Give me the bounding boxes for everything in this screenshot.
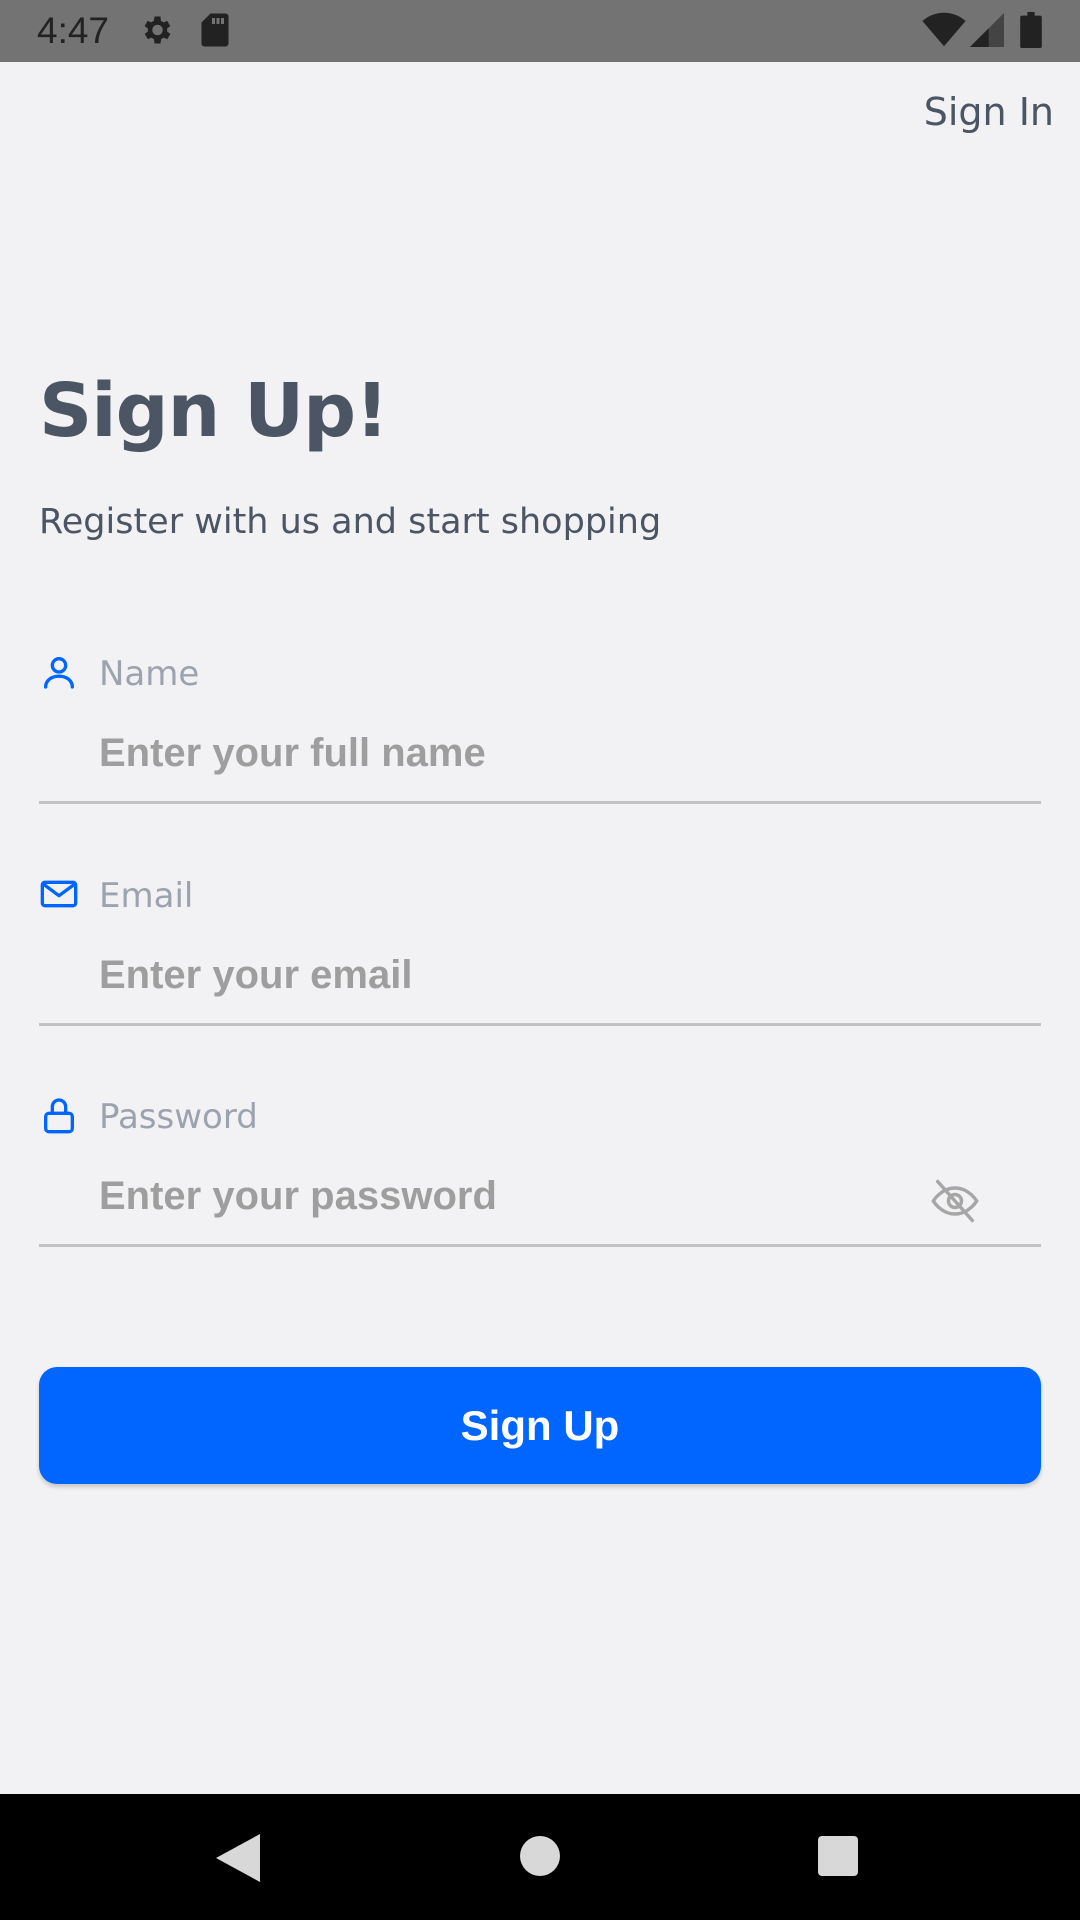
email-input[interactable]: [99, 950, 959, 1000]
status-bar: 4:47: [0, 0, 1080, 62]
lock-icon: [39, 1095, 79, 1140]
email-underline: [39, 1023, 1041, 1026]
mail-icon: [39, 874, 79, 919]
page-subtitle: Register with us and start shopping: [39, 502, 662, 542]
email-label: Email: [99, 876, 194, 916]
navigation-bar: [0, 1794, 1080, 1920]
email-field: Email: [39, 872, 1041, 1028]
password-field: Password: [39, 1093, 1041, 1249]
password-underline: [39, 1244, 1041, 1247]
settings-icon: [138, 12, 174, 53]
sign-up-screen: 4:47 Sign In Sign Up! Register with us a…: [0, 0, 1080, 1920]
password-label: Password: [99, 1097, 258, 1137]
person-icon: [39, 652, 79, 697]
back-icon[interactable]: [216, 1834, 260, 1887]
sign-in-link[interactable]: Sign In: [924, 90, 1054, 134]
recents-icon[interactable]: [818, 1836, 858, 1881]
wifi-icon: [922, 12, 966, 53]
name-underline: [39, 801, 1041, 804]
signal-icon: [970, 12, 1004, 53]
status-time: 4:47: [37, 10, 110, 51]
name-field: Name: [39, 650, 1041, 806]
home-icon[interactable]: [520, 1836, 560, 1881]
password-input[interactable]: [99, 1171, 899, 1221]
name-label: Name: [99, 654, 200, 694]
page-title: Sign Up!: [39, 368, 389, 454]
sd-card-icon: [200, 12, 230, 53]
eye-off-icon[interactable]: [929, 1175, 981, 1232]
sign-up-button[interactable]: Sign Up: [39, 1367, 1041, 1484]
battery-icon: [1020, 12, 1042, 53]
name-input[interactable]: [99, 728, 959, 778]
